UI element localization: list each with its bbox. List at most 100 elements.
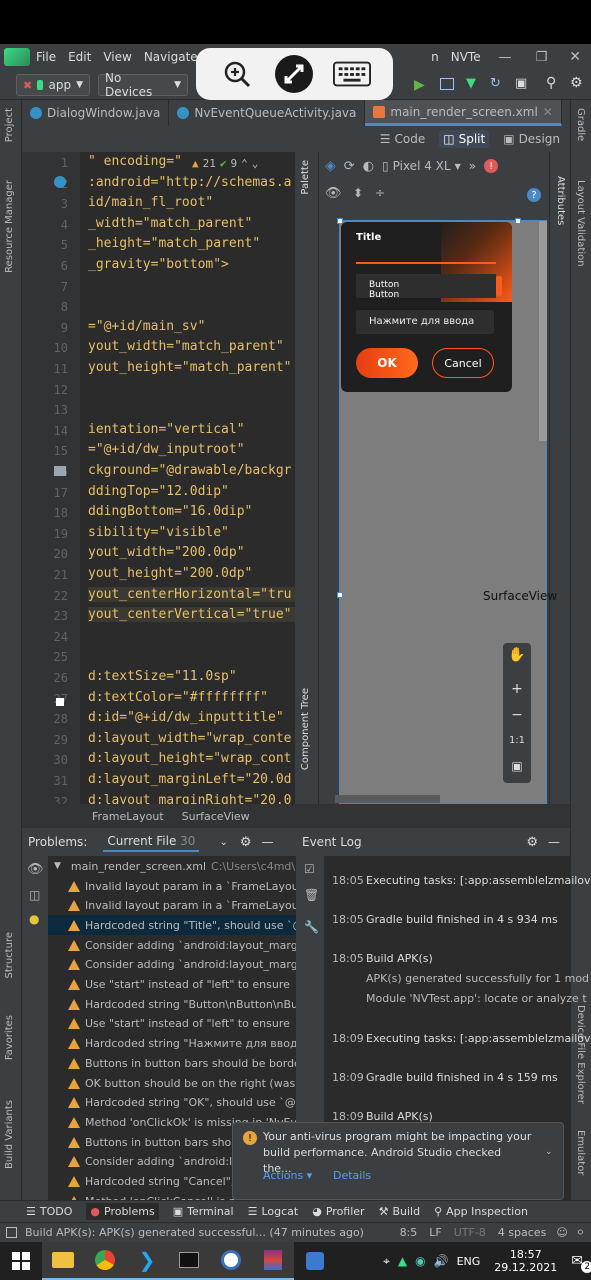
code-line[interactable]: ="@+id/main_sv" bbox=[88, 319, 205, 334]
split-view-button[interactable]: ◫ Split bbox=[439, 130, 490, 148]
app-taskbar[interactable] bbox=[294, 1242, 336, 1280]
problem-row[interactable]: Hardcoded string "Button\nButton\nButton… bbox=[48, 994, 296, 1014]
menu-file[interactable]: File bbox=[30, 50, 62, 64]
sdk-manager-icon[interactable]: ▼ bbox=[466, 76, 476, 91]
dialog-input-field[interactable]: Нажмите для ввода bbox=[356, 310, 494, 334]
terminal-tab[interactable]: ▣ Terminal bbox=[173, 1205, 234, 1218]
dialog-button-list[interactable]: Button Button bbox=[356, 274, 496, 298]
tab-close-icon[interactable]: ✕ bbox=[543, 105, 553, 119]
close-icon[interactable]: ✕ bbox=[559, 49, 591, 65]
problem-row[interactable]: Hardcoded string "Title", should use `@s… bbox=[48, 915, 296, 936]
current-file-tab[interactable]: Current File 30 bbox=[103, 832, 200, 852]
code-line[interactable]: yout_height="match_parent" bbox=[88, 360, 292, 375]
margin-icon[interactable]: ÷ bbox=[375, 186, 385, 200]
inspector-face-icon[interactable]: ☺ bbox=[556, 1226, 567, 1239]
code-view-button[interactable]: ☰ Code bbox=[376, 130, 430, 148]
minimize-panel-icon[interactable]: — bbox=[548, 835, 560, 849]
emulator-tool-tab[interactable]: Emulator bbox=[575, 1130, 586, 1175]
dialog-cancel-button[interactable]: Cancel bbox=[432, 348, 494, 378]
code-line[interactable]: sibility="visible" bbox=[88, 525, 229, 540]
settings-icon[interactable]: ⚙ bbox=[570, 75, 583, 91]
event-log-entry[interactable]: APK(s) generated successfully for 1 mod bbox=[332, 972, 589, 985]
menu-partial[interactable]: n bbox=[425, 50, 445, 64]
code-line[interactable]: ddingTop="12.0dip" bbox=[88, 484, 229, 499]
chevron-down-icon[interactable]: ⌄ bbox=[545, 1147, 553, 1157]
class-gutter-icon[interactable] bbox=[54, 176, 66, 188]
theme-icon[interactable]: ◐ bbox=[363, 159, 374, 174]
event-log-entry[interactable]: 18:05 Executing tasks: [:app:assembleIzma… bbox=[332, 874, 591, 887]
device-selector[interactable]: No Devices ▼ bbox=[98, 71, 188, 99]
sync-icon[interactable]: ↻ bbox=[490, 76, 501, 91]
device-file-explorer-tool-tab[interactable]: Device File Explorer bbox=[575, 1005, 586, 1104]
tray-android-icon[interactable]: ▲ bbox=[398, 1254, 407, 1268]
mark-read-icon[interactable]: ☑ bbox=[304, 862, 315, 876]
structure-tool-tab[interactable]: Structure bbox=[4, 932, 15, 979]
code-editor[interactable]: ▲ 21 ✔ 9 ⌃ ⌄ " encoding=":android="http:… bbox=[80, 152, 295, 804]
error-indicator-icon[interactable]: ! bbox=[484, 159, 499, 173]
problem-row[interactable]: Invalid layout param in a `FrameLayout`:… bbox=[48, 896, 296, 916]
settings-icon[interactable]: ⚙ bbox=[526, 835, 538, 850]
zoom-actual-size[interactable]: 1:1 bbox=[503, 735, 531, 746]
breadcrumb-framelayout[interactable]: FrameLayout bbox=[92, 810, 164, 823]
module-selector[interactable]: ✖ app ▼ bbox=[16, 74, 90, 96]
chevron-down-icon[interactable]: ⌄ bbox=[252, 157, 259, 170]
status-message[interactable]: Build APK(s): APK(s) generated successfu… bbox=[25, 1226, 364, 1239]
file-encoding[interactable]: UTF-8 bbox=[454, 1226, 486, 1239]
line-separator[interactable]: LF bbox=[429, 1226, 441, 1239]
start-button[interactable] bbox=[0, 1242, 42, 1280]
notification-center-icon[interactable]: ✉ 2 bbox=[571, 1253, 591, 1273]
code-line[interactable]: id/main_fl_root" bbox=[88, 195, 213, 210]
code-line[interactable]: _height="match_parent" bbox=[88, 236, 260, 251]
color-swatch-icon[interactable] bbox=[56, 698, 64, 706]
design-horizontal-scrollbar[interactable] bbox=[335, 795, 440, 803]
build-tab[interactable]: ⚒ Build bbox=[379, 1205, 421, 1218]
language-indicator[interactable]: ENG bbox=[457, 1255, 481, 1268]
code-line[interactable]: yout_width="200.0dp" bbox=[88, 545, 245, 560]
lightbulb-icon[interactable]: ● bbox=[29, 912, 39, 926]
problem-row[interactable]: OK button should be on the right (was "O… bbox=[48, 1073, 296, 1093]
menu-navigate[interactable]: Navigate bbox=[138, 50, 204, 64]
notification-actions-link[interactable]: Actions ▾ bbox=[263, 1169, 312, 1182]
code-line[interactable]: yout_centerVertical="true" bbox=[88, 607, 295, 623]
code-line[interactable]: d:id="@+id/dw_inputtitle" bbox=[88, 710, 284, 725]
wrench-icon[interactable]: 🔧 bbox=[304, 920, 319, 934]
problems-tab[interactable]: ● Problems bbox=[86, 1203, 159, 1220]
status-toggle-icon[interactable] bbox=[6, 1227, 17, 1238]
menu-view[interactable]: View bbox=[97, 50, 137, 64]
minimize-icon[interactable]: — bbox=[487, 50, 524, 65]
tab-main-render-screen-xml[interactable]: main_render_screen.xml ✕ bbox=[365, 100, 562, 126]
chevron-down-icon[interactable]: ⌄ bbox=[219, 837, 227, 848]
zoom-in-button[interactable] bbox=[218, 55, 256, 93]
event-log-entry[interactable]: Module 'NVTest.app': locate or analyze t bbox=[332, 992, 587, 1005]
design-view-button[interactable]: ▣ Design bbox=[499, 130, 564, 148]
breadcrumb-surfaceview[interactable]: SurfaceView bbox=[182, 810, 250, 823]
problems-file-node[interactable]: ▼ main_render_screen.xml C:\Users\c4md\D bbox=[48, 856, 296, 876]
code-line[interactable]: d:layout_marginLeft="20.0d bbox=[88, 772, 292, 787]
eye-icon[interactable]: 👁 bbox=[27, 862, 44, 877]
problem-row[interactable]: Hardcoded string "OK", should use `@stri… bbox=[48, 1093, 296, 1113]
code-line[interactable]: yout_height="200.0dp" bbox=[88, 566, 252, 581]
zoom-fit-icon[interactable]: ▣ bbox=[503, 759, 531, 773]
resource-manager-tool-tab[interactable]: Resource Manager bbox=[4, 180, 15, 273]
problem-row[interactable]: Hardcoded string "Нажмите для ввода" bbox=[48, 1034, 296, 1054]
preview-icon[interactable]: ◫ bbox=[29, 888, 40, 902]
align-icon[interactable]: ⬍ bbox=[353, 186, 363, 200]
gradle-tool-tab[interactable]: Gradle bbox=[575, 108, 586, 141]
more-icon[interactable]: » bbox=[469, 159, 476, 173]
component-tree-tab[interactable]: Component Tree bbox=[300, 688, 311, 770]
remote-connection-button[interactable] bbox=[275, 55, 314, 93]
code-line[interactable]: ddingBottom="16.0dip" bbox=[88, 504, 252, 519]
winrar-taskbar[interactable] bbox=[252, 1242, 294, 1280]
notification-details-link[interactable]: Details bbox=[333, 1169, 371, 1182]
search-icon[interactable]: ⚲ bbox=[546, 75, 556, 91]
layers-icon[interactable]: ◈ bbox=[325, 158, 336, 174]
indent-setting[interactable]: 4 spaces bbox=[498, 1226, 547, 1239]
code-line[interactable]: ckground="@drawable/backgr bbox=[88, 463, 292, 478]
profiler-icon[interactable]: ▣ bbox=[515, 76, 527, 91]
code-line[interactable]: d:layout_marginRight="20.0 bbox=[88, 793, 292, 804]
zoom-out-icon[interactable]: − bbox=[503, 707, 531, 723]
canvas-scrollbar[interactable] bbox=[539, 221, 547, 441]
logcat-tab[interactable]: ☰ Logcat bbox=[248, 1205, 299, 1218]
trash-icon[interactable]: 🗑 bbox=[304, 888, 319, 902]
problem-row[interactable]: Consider adding `android:layout_marginEn… bbox=[48, 955, 296, 975]
